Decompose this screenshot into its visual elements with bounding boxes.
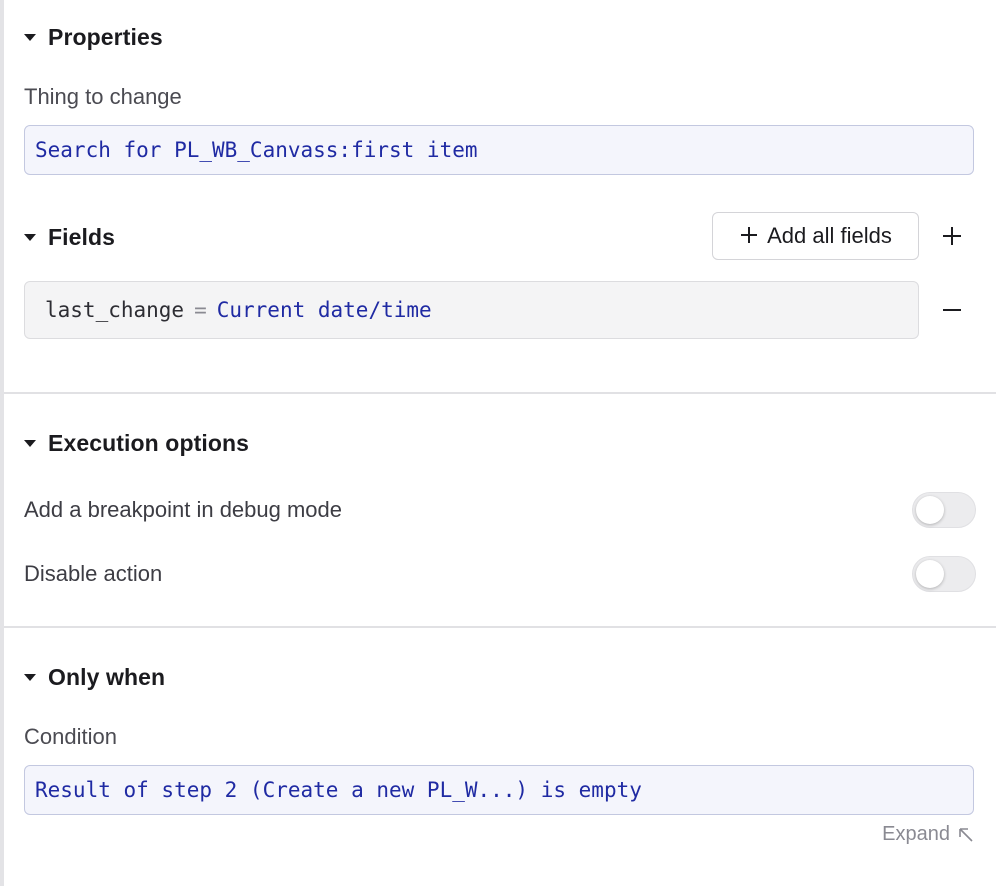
condition-value: Result of step 2 (Create a new PL_W...) … xyxy=(35,778,642,802)
caret-down-icon xyxy=(24,234,36,241)
disable-action-toggle[interactable] xyxy=(912,556,976,592)
condition-label: Condition xyxy=(24,724,117,749)
field-row[interactable]: last_change = Current date/time xyxy=(24,281,919,339)
add-all-fields-button[interactable]: Add all fields xyxy=(712,212,919,260)
condition-input[interactable]: Result of step 2 (Create a new PL_W...) … xyxy=(24,765,974,815)
expand-label: Expand xyxy=(882,823,950,845)
breakpoint-label: Add a breakpoint in debug mode xyxy=(24,497,343,522)
add-all-fields-label: Add all fields xyxy=(767,223,892,248)
field-value: Current date/time xyxy=(216,298,432,322)
fields-section-header[interactable]: Fields xyxy=(24,222,115,252)
properties-section-header[interactable]: Properties xyxy=(24,22,163,52)
remove-field-button[interactable] xyxy=(936,294,968,326)
caret-down-icon xyxy=(24,34,36,41)
breakpoint-toggle[interactable] xyxy=(912,492,976,528)
field-operator: = xyxy=(194,298,207,322)
disable-action-label: Disable action xyxy=(24,561,163,586)
plus-icon xyxy=(943,227,961,245)
plus-icon xyxy=(739,223,759,249)
thing-to-change-value: Search for PL_WB_Canvass:first item xyxy=(35,138,478,162)
toggle-knob xyxy=(916,496,944,524)
caret-down-icon xyxy=(24,674,36,681)
add-field-button[interactable] xyxy=(936,220,968,252)
execution-options-section-header[interactable]: Execution options xyxy=(24,428,249,458)
field-name: last_change xyxy=(45,298,185,322)
thing-to-change-input[interactable]: Search for PL_WB_Canvass:first item xyxy=(24,125,974,175)
only-when-section-header[interactable]: Only when xyxy=(24,662,165,692)
toggle-knob xyxy=(916,560,944,588)
execution-options-section-title: Execution options xyxy=(48,429,250,456)
thing-to-change-label: Thing to change xyxy=(24,84,182,109)
section-divider xyxy=(4,392,996,394)
properties-section-title: Properties xyxy=(48,23,163,50)
fields-section-title: Fields xyxy=(48,223,116,250)
section-divider xyxy=(4,626,996,628)
minus-icon xyxy=(943,309,961,311)
caret-down-icon xyxy=(24,440,36,447)
expand-arrow-icon xyxy=(958,827,974,843)
only-when-section-title: Only when xyxy=(48,663,166,690)
action-properties-panel: Properties Thing to change Search for PL… xyxy=(4,0,996,886)
expand-link[interactable]: Expand xyxy=(882,823,974,846)
